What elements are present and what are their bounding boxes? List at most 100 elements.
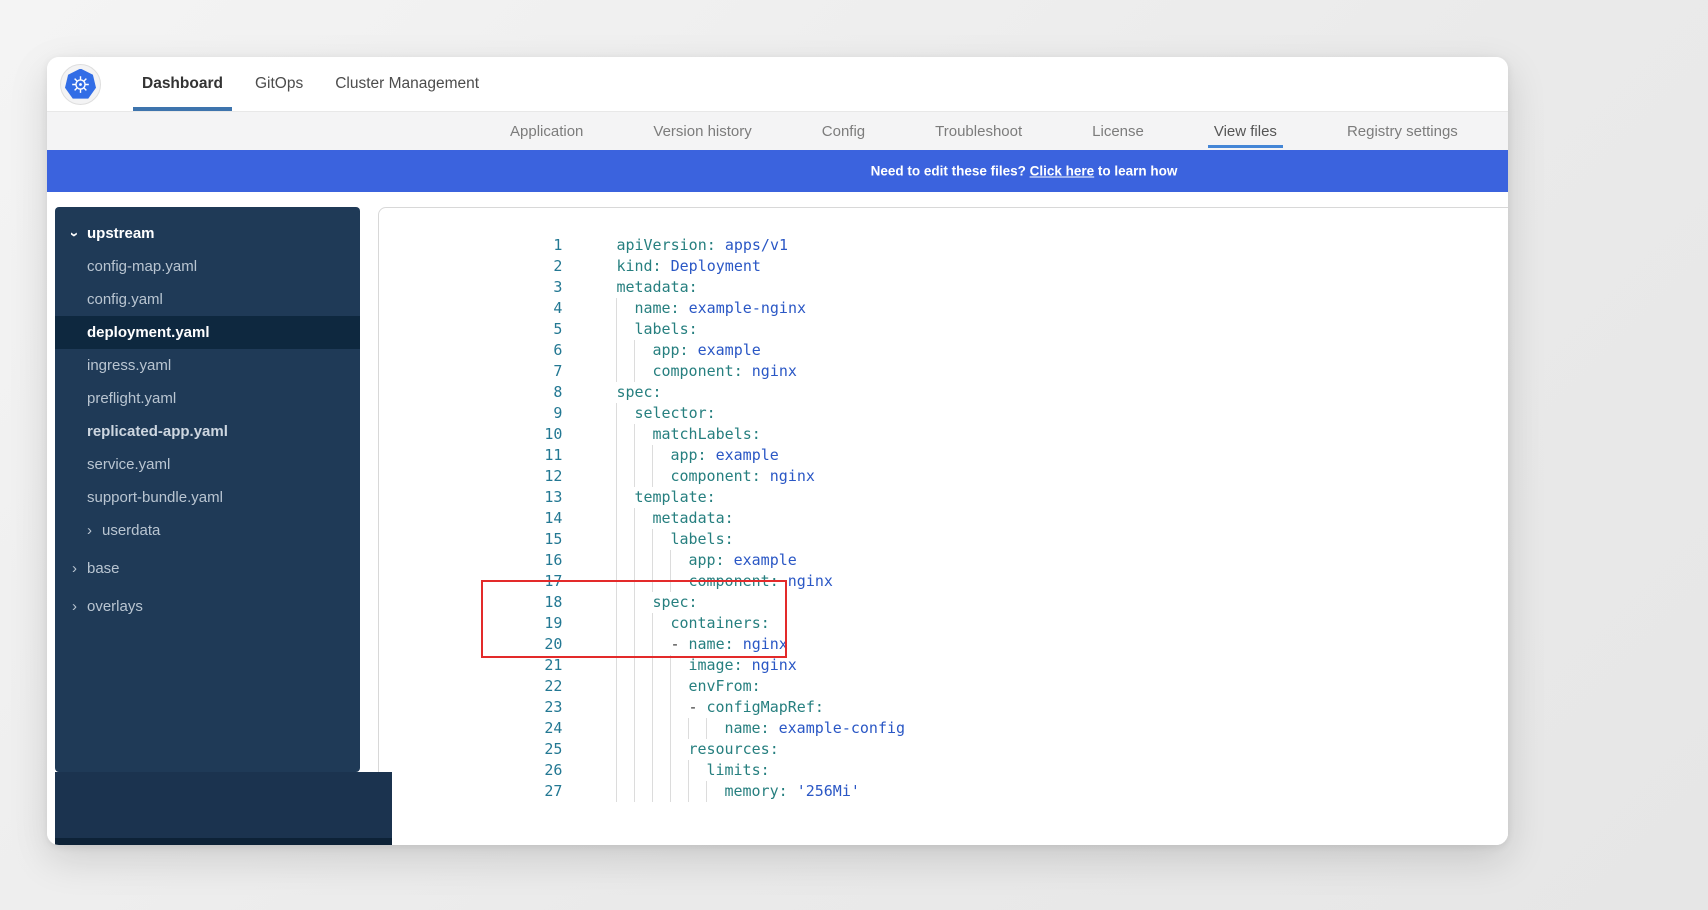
file-tree-sidebar: upstream config-map.yaml config.yaml dep…	[55, 207, 360, 772]
code-text: memory: '256Mi'	[616, 782, 859, 800]
line-number: 21	[505, 655, 562, 676]
code-text: name: example-nginx	[616, 299, 806, 317]
view-files-content: upstream config-map.yaml config.yaml dep…	[47, 192, 1508, 845]
line-number: 9	[505, 403, 562, 424]
file-tree-item[interactable]: overlays	[55, 590, 360, 623]
line-number: 19	[505, 613, 562, 634]
line-number: 24	[505, 718, 562, 739]
file-tree-item[interactable]: config-map.yaml	[55, 250, 360, 283]
line-number: 5	[505, 319, 562, 340]
line-number: 17	[505, 571, 562, 592]
banner-text-before: Need to edit these files?	[871, 164, 1030, 179]
subnav-tab-label: View files	[1214, 123, 1277, 140]
file-tree-item-label: userdata	[102, 522, 160, 539]
topnav-tab-label: Dashboard	[142, 75, 223, 93]
line-number: 7	[505, 361, 562, 382]
file-tree-item[interactable]: service.yaml	[55, 448, 360, 481]
line-number: 11	[505, 445, 562, 466]
code-text: labels:	[616, 320, 697, 338]
subnav-tab[interactable]: Config	[822, 112, 865, 150]
subnav-tab[interactable]: Troubleshoot	[935, 112, 1022, 150]
file-tree-item[interactable]: ingress.yaml	[55, 349, 360, 382]
file-tree-item[interactable]: replicated-app.yaml	[55, 415, 360, 448]
subnav-tab-label: License	[1092, 123, 1144, 140]
code-text: limits:	[616, 761, 769, 779]
topnav-tab[interactable]: GitOps	[246, 57, 312, 111]
line-number: 18	[505, 592, 562, 613]
application-subnav: Application Version history Config Troub…	[47, 112, 1508, 150]
kubernetes-logo	[60, 64, 101, 105]
file-tree-item-label: service.yaml	[87, 456, 170, 473]
line-number: 2	[505, 256, 562, 277]
line-number: 8	[505, 382, 562, 403]
topnav-tab[interactable]: Dashboard	[133, 57, 232, 111]
line-number: 15	[505, 529, 562, 550]
subnav-tab[interactable]: Registry settings	[1347, 112, 1458, 150]
edit-files-banner: Need to edit these files? Click here to …	[47, 150, 1508, 192]
code-text: spec:	[616, 593, 697, 611]
subnav-tab-label: Application	[510, 123, 583, 140]
page-background: Dashboard GitOps Cluster Management Appl…	[0, 0, 1708, 910]
chevron-icon	[72, 225, 87, 242]
subnav-tab[interactable]: Version history	[653, 112, 751, 150]
file-tree-item-label: replicated-app.yaml	[87, 423, 228, 440]
line-number: 27	[505, 781, 562, 802]
file-tree-item-label: ingress.yaml	[87, 357, 171, 374]
code-text: kind: Deployment	[616, 257, 761, 275]
subnav-tab[interactable]: View files	[1214, 112, 1277, 150]
line-number: 4	[505, 298, 562, 319]
file-tree-item-label: deployment.yaml	[87, 324, 210, 341]
subnav-tab-label: Config	[822, 123, 865, 140]
file-tree-item-label: config.yaml	[87, 291, 163, 308]
code-text: metadata:	[616, 509, 733, 527]
yaml-code-editor[interactable]: 1apiVersion: apps/v1 2kind: Deployment 3…	[378, 207, 1508, 845]
file-tree-item[interactable]: base	[55, 552, 360, 585]
code-text: - name: nginx	[616, 635, 787, 653]
code-text: spec:	[616, 383, 661, 401]
code-text: component: nginx	[616, 572, 833, 590]
line-number: 1	[505, 235, 562, 256]
subnav-tab-label: Troubleshoot	[935, 123, 1022, 140]
line-number: 22	[505, 676, 562, 697]
line-number: 26	[505, 760, 562, 781]
line-number: 13	[505, 487, 562, 508]
file-tree-item[interactable]: deployment.yaml	[55, 316, 360, 349]
top-navigation: Dashboard GitOps Cluster Management	[47, 57, 1508, 112]
subnav-tab[interactable]: Application	[510, 112, 583, 150]
file-tree-item[interactable]: config.yaml	[55, 283, 360, 316]
code-text: name: example-config	[616, 719, 905, 737]
code-text: metadata:	[616, 278, 697, 296]
code-text: envFrom:	[616, 677, 760, 695]
code-line: 1apiVersion: apps/v1	[379, 214, 1508, 235]
line-number: 14	[505, 508, 562, 529]
topnav-tab-label: GitOps	[255, 75, 303, 93]
code-text: labels:	[616, 530, 733, 548]
code-text: template:	[616, 488, 715, 506]
kubernetes-wheel-icon	[65, 69, 96, 100]
line-number: 20	[505, 634, 562, 655]
topnav-tab[interactable]: Cluster Management	[326, 57, 488, 111]
topnav-tabs: Dashboard GitOps Cluster Management	[133, 57, 488, 111]
code-text: app: example	[616, 446, 778, 464]
line-number: 3	[505, 277, 562, 298]
banner-text: Need to edit these files? Click here to …	[871, 164, 1178, 179]
file-tree-item[interactable]: upstream	[55, 217, 360, 250]
chevron-icon	[87, 522, 102, 539]
subnav-tab-label: Registry settings	[1347, 123, 1458, 140]
click-here-link[interactable]: Click here	[1030, 164, 1095, 179]
file-tree-item-label: config-map.yaml	[87, 258, 197, 275]
code-text: app: example	[616, 341, 760, 359]
code-text: image: nginx	[616, 656, 796, 674]
subnav-tab[interactable]: License	[1092, 112, 1144, 150]
code-area: 1apiVersion: apps/v1 2kind: Deployment 3…	[379, 208, 1508, 781]
file-tree-item-label: preflight.yaml	[87, 390, 176, 407]
file-tree-item[interactable]: preflight.yaml	[55, 382, 360, 415]
code-text: apiVersion: apps/v1	[616, 236, 788, 254]
code-text: selector:	[616, 404, 715, 422]
line-number: 16	[505, 550, 562, 571]
file-tree-item[interactable]: support-bundle.yaml	[55, 481, 360, 514]
topnav-tab-label: Cluster Management	[335, 75, 479, 93]
code-text: matchLabels:	[616, 425, 760, 443]
file-tree-item[interactable]: userdata	[55, 514, 360, 547]
code-text: - configMapRef:	[616, 698, 823, 716]
